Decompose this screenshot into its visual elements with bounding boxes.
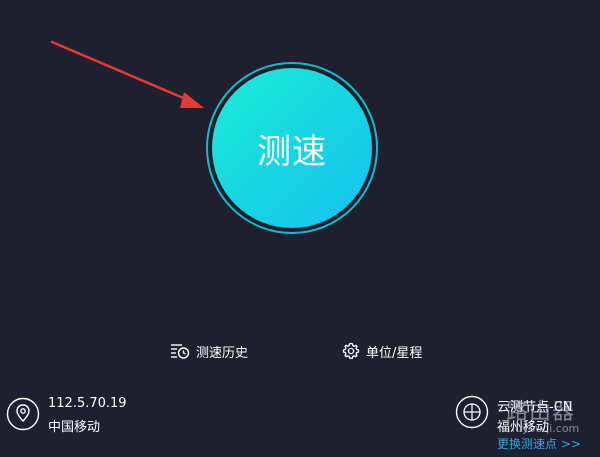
location-icon [6,397,40,431]
test-node-name: 云测节点-CN [497,400,573,415]
speed-history-button[interactable]: 测速历史 [170,340,248,362]
history-icon [171,344,190,359]
speed-test-label: 测速 [257,131,327,172]
change-test-node-link[interactable]: 更换测速点 >> [497,435,581,452]
isp-name: 中国移动 [48,420,101,435]
gear-icon [342,342,360,359]
test-node-isp: 福州移动 [497,420,550,435]
ip-address: 112.5.70.19 [48,396,127,411]
node-icon [455,395,489,429]
speed-history-label: 测速历史 [196,345,249,361]
speed-test-button[interactable]: 测速 [212,68,372,228]
units-settings-button[interactable]: 单位/星程 [342,340,422,362]
units-settings-label: 单位/星程 [366,345,423,361]
